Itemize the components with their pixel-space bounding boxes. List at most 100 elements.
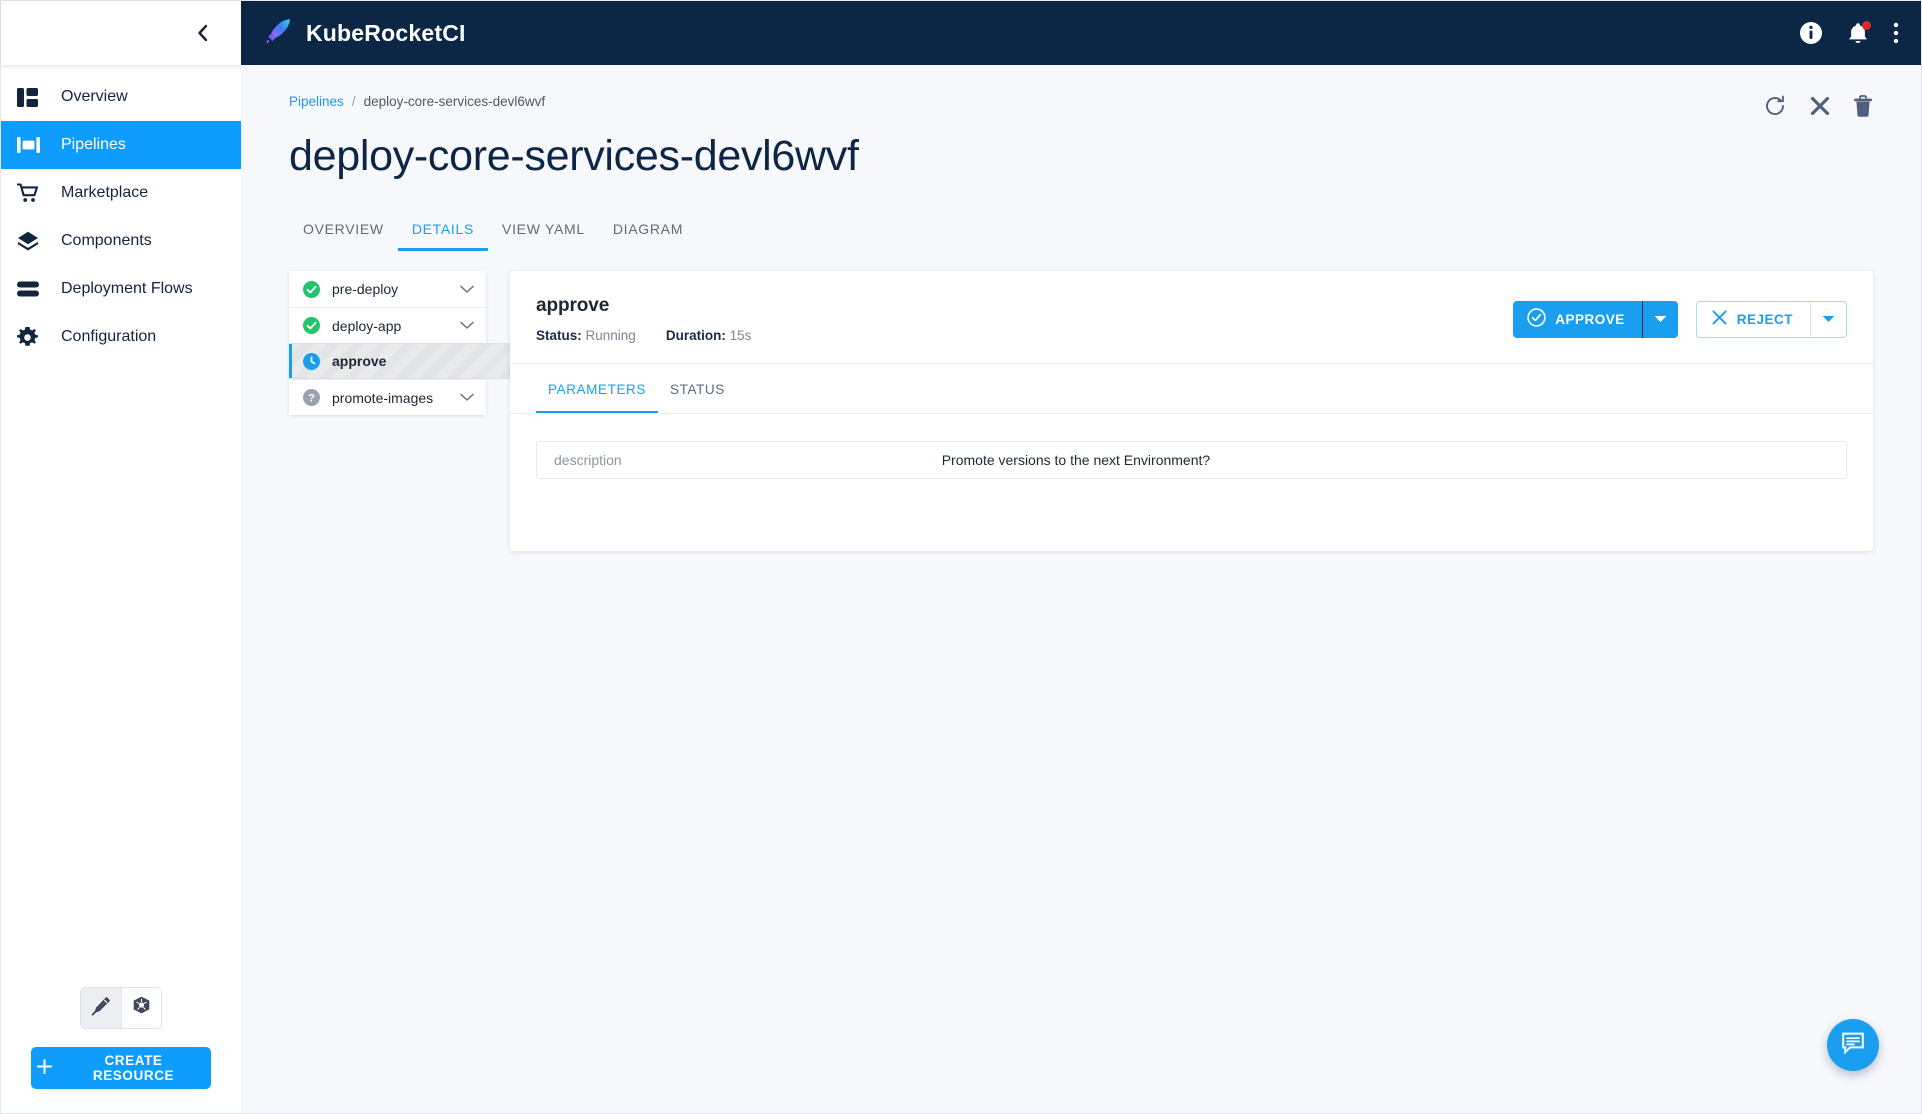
chevron-left-icon	[196, 23, 209, 43]
breadcrumb-separator: /	[352, 94, 356, 109]
sidebar-item-label: Configuration	[61, 329, 156, 345]
approve-split-button: APPROVE	[1513, 301, 1678, 338]
approve-button[interactable]: APPROVE	[1513, 301, 1642, 338]
reject-button-label: REJECT	[1737, 312, 1793, 327]
dashboard-icon	[17, 88, 47, 107]
bell-icon[interactable]	[1847, 22, 1869, 45]
theme-toggle-group	[80, 987, 162, 1029]
chat-icon	[1840, 1030, 1866, 1061]
plus-icon	[37, 1059, 52, 1077]
layers-icon	[17, 231, 47, 251]
task-detail-title: approve	[536, 295, 751, 317]
parameter-row: description Promote versions to the next…	[536, 441, 1847, 479]
task-detail-panel: approve Status: Running Duration: 15s	[510, 271, 1873, 551]
task-detail-tabs: PARAMETERS STATUS	[510, 364, 1873, 414]
approve-dropdown-toggle[interactable]	[1642, 301, 1678, 338]
reject-split-button: REJECT	[1696, 301, 1847, 338]
kebab-menu-icon[interactable]	[1893, 21, 1899, 45]
parameter-value: Promote versions to the next Environment…	[942, 452, 1210, 468]
chevron-down-icon[interactable]	[460, 285, 474, 294]
tab-details[interactable]: DETAILS	[398, 215, 488, 251]
sidebar-nav: Overview Pipelines	[1, 65, 241, 987]
check-circle-icon	[303, 317, 320, 334]
sidebar-item-components[interactable]: Components	[1, 217, 241, 265]
paintbrush-theme-button[interactable]	[81, 988, 121, 1028]
kubernetes-theme-button[interactable]	[121, 988, 161, 1028]
tab-overview[interactable]: OVERVIEW	[289, 215, 398, 251]
caret-down-icon	[1822, 315, 1835, 323]
breadcrumb-current: deploy-core-services-devl6wvf	[364, 94, 546, 109]
task-list: pre-deploy	[289, 271, 486, 415]
check-circle-icon	[303, 281, 320, 298]
x-icon	[1711, 309, 1728, 329]
chevron-down-icon[interactable]	[460, 321, 474, 330]
task-row-pre-deploy[interactable]: pre-deploy	[289, 271, 486, 307]
status-value: Running	[586, 328, 636, 343]
sidebar-footer: CREATE RESOURCE	[1, 987, 241, 1113]
sidebar-item-label: Overview	[61, 89, 128, 105]
reject-button[interactable]: REJECT	[1697, 302, 1810, 337]
task-row-deploy-app[interactable]: deploy-app	[289, 307, 486, 343]
task-label: deploy-app	[332, 318, 460, 334]
notification-badge	[1862, 21, 1871, 30]
sidebar-item-pipelines[interactable]: Pipelines	[1, 121, 241, 169]
create-resource-label: CREATE RESOURCE	[62, 1053, 205, 1083]
tab-view-yaml[interactable]: VIEW YAML	[488, 215, 599, 251]
sidebar: Overview Pipelines	[1, 1, 241, 1113]
cart-icon	[17, 183, 47, 203]
brand[interactable]: KubeRocketCI	[265, 16, 466, 50]
create-resource-button[interactable]: CREATE RESOURCE	[31, 1047, 211, 1089]
caret-down-icon	[1654, 315, 1667, 323]
gear-icon	[17, 327, 47, 348]
task-row-promote-images[interactable]: ? promote-images	[289, 379, 486, 415]
chat-fab-button[interactable]	[1827, 1019, 1879, 1071]
trash-icon[interactable]	[1853, 95, 1873, 118]
page-tabs: OVERVIEW DETAILS VIEW YAML DIAGRAM	[289, 215, 1873, 251]
sidebar-item-deployment-flows[interactable]: Deployment Flows	[1, 265, 241, 313]
close-icon[interactable]	[1809, 95, 1831, 117]
sidebar-item-label: Components	[61, 233, 152, 249]
paintbrush-icon	[91, 996, 111, 1021]
approve-button-label: APPROVE	[1555, 312, 1625, 327]
sidebar-collapse-button[interactable]	[189, 20, 215, 46]
sidebar-item-label: Pipelines	[61, 137, 126, 153]
tab-parameters[interactable]: PARAMETERS	[536, 364, 658, 413]
top-app-bar: KubeRocketCI	[241, 1, 1921, 65]
sidebar-item-configuration[interactable]: Configuration	[1, 313, 241, 361]
sidebar-item-overview[interactable]: Overview	[1, 73, 241, 121]
check-circle-icon	[1527, 308, 1546, 330]
rocket-logo-icon	[265, 16, 293, 50]
task-label: approve	[332, 353, 386, 369]
parameter-key: description	[554, 452, 622, 468]
sidebar-header	[1, 1, 241, 65]
info-icon[interactable]	[1799, 21, 1823, 45]
reject-dropdown-toggle[interactable]	[1810, 302, 1846, 337]
svg-text:?: ?	[308, 392, 315, 404]
main-region: KubeRocketCI	[241, 1, 1921, 1113]
tab-status[interactable]: STATUS	[658, 364, 737, 413]
task-detail-header: approve Status: Running Duration: 15s	[510, 271, 1873, 364]
question-circle-icon: ?	[303, 389, 320, 406]
sidebar-item-label: Deployment Flows	[61, 281, 193, 297]
refresh-icon[interactable]	[1763, 94, 1787, 118]
duration-value: 15s	[730, 328, 752, 343]
task-list-card: pre-deploy	[289, 271, 486, 415]
page-title: deploy-core-services-devl6wvf	[289, 132, 1873, 181]
sidebar-item-marketplace[interactable]: Marketplace	[1, 169, 241, 217]
duration-field: Duration: 15s	[666, 328, 752, 343]
clock-circle-icon	[303, 353, 320, 370]
kubernetes-icon	[132, 996, 151, 1020]
breadcrumb-root-link[interactable]: Pipelines	[289, 94, 344, 109]
app-root: Overview Pipelines	[0, 0, 1922, 1114]
sidebar-item-label: Marketplace	[61, 185, 148, 201]
status-label: Status:	[536, 328, 582, 343]
chevron-down-icon[interactable]	[460, 393, 474, 402]
task-detail-summary: approve Status: Running Duration: 15s	[536, 295, 751, 343]
breadcrumb-row: Pipelines / deploy-core-services-devl6wv…	[289, 65, 1873, 118]
tab-diagram[interactable]: DIAGRAM	[599, 215, 697, 251]
pipelines-icon	[17, 137, 47, 153]
stack-rows-icon	[17, 281, 47, 297]
page-actions	[1763, 94, 1873, 118]
breadcrumb: Pipelines / deploy-core-services-devl6wv…	[289, 94, 545, 109]
task-detail-meta: Status: Running Duration: 15s	[536, 328, 751, 343]
